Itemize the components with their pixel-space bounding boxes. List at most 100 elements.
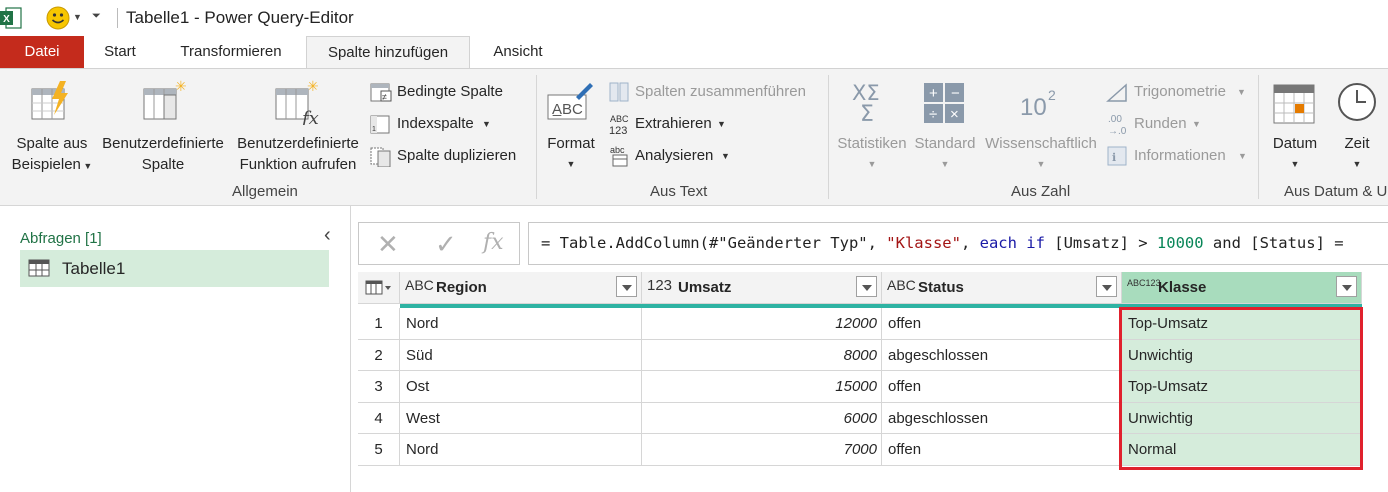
datum-button[interactable]: Datum ▼ (1266, 133, 1324, 175)
table-row[interactable]: 3 Ost 15000 offen Top-Umsatz (358, 371, 1362, 403)
cell-umsatz[interactable]: 12000 (642, 308, 882, 340)
dropdown-arrow-icon: ▼ (1290, 159, 1300, 169)
format-button[interactable]: Format ▼ (541, 133, 601, 175)
button-label-line1: Benutzerdefinierte (102, 135, 224, 152)
tab-spalte-hinzufuegen[interactable]: Spalte hinzufügen (306, 36, 470, 69)
dropdown-arrow-icon: ▼ (482, 119, 491, 129)
group-label-aus-zahl: Aus Zahl (1011, 183, 1071, 200)
statistiken-label: Statistiken (837, 135, 907, 152)
cell-region[interactable]: Ost (400, 371, 642, 403)
data-grid: ABC Region 123 Umsatz ABC Status ABC123 … (358, 272, 1362, 466)
column-header-umsatz[interactable]: 123 Umsatz (642, 272, 882, 304)
filter-dropdown-button[interactable] (856, 276, 877, 297)
tab-datei[interactable]: Datei (0, 36, 84, 68)
tab-ansicht[interactable]: Ansicht (484, 36, 552, 68)
cell-region[interactable]: Süd (400, 339, 642, 371)
svg-text:÷: ÷ (929, 106, 937, 123)
tab-start[interactable]: Start (96, 36, 144, 68)
cell-status[interactable]: abgeschlossen (882, 339, 1122, 371)
cell-klasse[interactable]: Top-Umsatz (1122, 371, 1362, 403)
filter-dropdown-button[interactable] (1336, 276, 1357, 297)
cell-status[interactable]: offen (882, 434, 1122, 466)
filter-dropdown-button[interactable] (616, 276, 637, 297)
trigonometrie-label: Trigonometrie (1134, 83, 1226, 100)
cell-klasse[interactable]: Unwichtig (1122, 339, 1362, 371)
column-header-region[interactable]: ABC Region (400, 272, 642, 304)
formula-number: 10000 (1156, 234, 1204, 252)
query-item-tabelle1[interactable]: Tabelle1 (20, 250, 329, 287)
cell-region[interactable]: Nord (400, 308, 642, 340)
cell-status[interactable]: offen (882, 371, 1122, 403)
table-row[interactable]: 5 Nord 7000 offen Normal (358, 434, 1362, 466)
column-header-label: Klasse (1158, 279, 1207, 296)
cell-umsatz[interactable]: 15000 (642, 371, 882, 403)
group-label-aus-datum: Aus Datum & U (1284, 183, 1388, 200)
spalte-duplizieren-label: Spalte duplizieren (397, 147, 517, 164)
standard-button: Standard ▼ (910, 133, 980, 175)
any-type-icon: ABC123 (1127, 278, 1161, 288)
column-header-klasse[interactable]: ABC123 Klasse (1122, 272, 1362, 304)
cell-umsatz[interactable]: 8000 (642, 339, 882, 371)
cell-status[interactable]: abgeschlossen (882, 402, 1122, 434)
fx-icon[interactable]: fx (483, 230, 504, 255)
smiley-feedback-icon[interactable] (46, 6, 70, 30)
formula-controls: ✕ ✓ fx (358, 222, 520, 265)
tab-transformieren[interactable]: Transformieren (170, 36, 292, 68)
query-name: Tabelle1 (62, 259, 126, 278)
zeit-button[interactable]: Zeit ▼ (1332, 133, 1382, 175)
datum-label: Datum (1272, 135, 1318, 152)
cell-klasse[interactable]: Top-Umsatz (1122, 308, 1362, 340)
cancel-icon[interactable]: ✕ (377, 229, 399, 260)
benutzerdefinierte-spalte-button[interactable]: Benutzerdefinierte Spalte (98, 133, 228, 175)
group-label-allgemein: Allgemein (232, 183, 298, 200)
filter-dropdown-button[interactable] (1096, 276, 1117, 297)
svg-text:.00: .00 (1108, 114, 1122, 125)
table-row[interactable]: 4 West 6000 abgeschlossen Unwichtig (358, 402, 1362, 434)
svg-text:A̲BC: A̲BC (552, 101, 583, 118)
statistics-icon: XΣ Σ (852, 81, 880, 125)
dropdown-arrow-icon: ▼ (717, 119, 726, 129)
statistiken-button: Statistiken ▼ (834, 133, 910, 175)
extract-icon: ABC 123 (609, 114, 629, 137)
cell-klasse[interactable]: Unwichtig (1122, 402, 1362, 434)
column-header-status[interactable]: ABC Status (882, 272, 1122, 304)
column-header-label: Status (918, 279, 964, 296)
format-label: Format (547, 135, 595, 152)
svg-text:123: 123 (609, 125, 627, 137)
spalte-aus-beispielen-button[interactable]: Spalte aus Beispielen ▼ (8, 133, 96, 177)
cell-region[interactable]: West (400, 402, 642, 434)
feedback-dropdown-icon[interactable]: ▼ (73, 12, 82, 22)
collapse-panel-icon[interactable]: ‹ (324, 224, 331, 247)
column-header-label: Umsatz (678, 279, 732, 296)
excel-icon[interactable]: X (0, 6, 22, 30)
formula-input[interactable]: = Table.AddColumn(#"Geänderter Typ", "Kl… (528, 222, 1388, 265)
queries-panel: Abfragen [1] ‹ Tabelle1 (0, 206, 351, 492)
row-number: 2 (358, 339, 400, 371)
benutzerdefinierte-funktion-button[interactable]: Benutzerdefinierte Funktion aufrufen (232, 133, 364, 175)
svg-text:X: X (3, 14, 10, 25)
cell-region[interactable]: Nord (400, 434, 642, 466)
table-row[interactable]: 2 Süd 8000 abgeschlossen Unwichtig (358, 339, 1362, 371)
table-row[interactable]: 1 Nord 12000 offen Top-Umsatz (358, 308, 1362, 340)
cell-klasse[interactable]: Normal (1122, 434, 1362, 466)
button-label-line2: Beispielen (11, 156, 81, 173)
cell-status[interactable]: offen (882, 308, 1122, 340)
svg-text:Σ: Σ (860, 102, 874, 125)
cell-umsatz[interactable]: 6000 (642, 402, 882, 434)
wissenschaftlich-button: Wissenschaftlich ▼ (980, 133, 1102, 175)
format-icon: A̲BC (547, 83, 593, 120)
svg-text:1: 1 (372, 126, 376, 133)
zeit-label: Zeit (1344, 135, 1370, 152)
window-title: Tabelle1 - Power Query-Editor (126, 8, 354, 27)
table-menu-header[interactable] (358, 272, 400, 304)
svg-text:✳: ✳ (307, 79, 319, 95)
number-type-icon: 123 (647, 277, 673, 294)
cell-umsatz[interactable]: 7000 (642, 434, 882, 466)
customize-toolbar-icon[interactable]: ⏷ (92, 10, 101, 23)
custom-column-icon: ✳ (143, 79, 187, 120)
table-icon (28, 259, 50, 277)
confirm-icon[interactable]: ✓ (435, 229, 457, 260)
dropdown-arrow-icon: ▼ (1238, 151, 1247, 161)
button-label-line1: Benutzerdefinierte (237, 135, 359, 152)
dropdown-arrow-icon: ▼ (940, 159, 950, 169)
